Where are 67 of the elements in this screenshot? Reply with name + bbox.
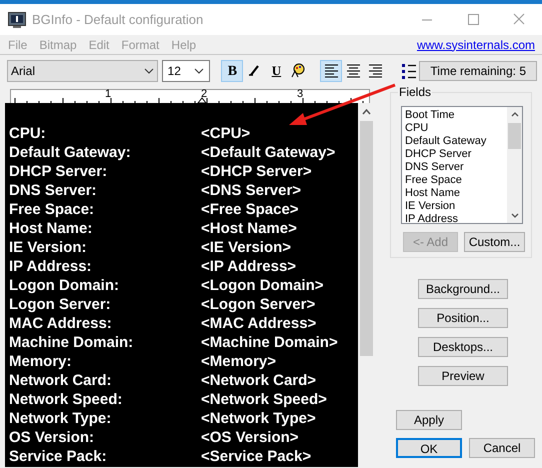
field-label: IE Version:: [9, 238, 88, 257]
field-label: DHCP Server:: [9, 162, 108, 181]
field-label: Free Space:: [9, 200, 96, 219]
field-placeholder: <IE Version>: [201, 238, 292, 257]
size-dropdown[interactable]: 12: [162, 60, 210, 82]
field-label: Host Name:: [9, 219, 94, 238]
website-link[interactable]: www.sysinternals.com: [416, 36, 535, 54]
preview-button[interactable]: Preview: [418, 366, 508, 386]
field-label: Logon Server:: [9, 295, 112, 314]
field-label: MAC Address:: [9, 314, 113, 333]
ruler-number: 2: [201, 88, 208, 100]
field-placeholder: <MAC Address>: [201, 314, 318, 333]
scroll-up-icon[interactable]: [362, 109, 371, 115]
field-placeholder: <Default Gateway>: [201, 143, 336, 162]
field-placeholder: <CPU>: [201, 124, 252, 143]
field-placeholder: <Logon Server>: [201, 295, 316, 314]
field-label: Memory:: [9, 352, 73, 371]
field-label: Logon Domain:: [9, 276, 120, 295]
apply-button[interactable]: Apply: [396, 410, 462, 430]
custom-button[interactable]: Custom...: [464, 232, 525, 252]
scroll-thumb[interactable]: [360, 121, 373, 356]
ruler-number: 1: [105, 88, 112, 100]
font-dropdown[interactable]: Arial: [7, 60, 158, 82]
align-right-icon: [366, 62, 384, 80]
field-placeholder: <Network Card>: [201, 371, 318, 390]
ruler-number: 3: [297, 88, 304, 100]
field-placeholder: <Free Space>: [201, 200, 300, 219]
field-placeholder: <OS Version>: [201, 428, 300, 447]
desktops-button[interactable]: Desktops...: [418, 337, 508, 357]
underline-button[interactable]: U: [265, 60, 288, 82]
field-placeholder: <Network Type>: [201, 409, 317, 428]
timer-button[interactable]: Time remaining: 5: [419, 61, 537, 81]
field-label: DNS Server:: [9, 181, 98, 200]
caret-icon: [144, 68, 154, 74]
field-label: Default Gateway:: [9, 143, 132, 162]
field-label: Service Pack:: [9, 447, 108, 466]
field-label: Network Card:: [9, 371, 113, 390]
align-center-icon: [344, 62, 362, 80]
bold-button[interactable]: B: [221, 60, 244, 82]
field-placeholder: <Host Name>: [201, 219, 298, 238]
align-left-icon: [322, 62, 340, 80]
field-placeholder: <IP Address>: [201, 257, 298, 276]
field-placeholder: <Logon Domain>: [201, 276, 325, 295]
field-placeholder: <DHCP Server>: [201, 162, 313, 181]
app-icon: [8, 12, 26, 28]
scrollbar[interactable]: [358, 103, 375, 467]
bullets-icon: [400, 62, 417, 80]
field-placeholder: <Network Speed>: [201, 390, 328, 409]
field-label: IP Address:: [9, 257, 93, 276]
field-label: CPU:: [9, 124, 47, 143]
field-placeholder: <DNS Server>: [201, 181, 302, 200]
ok-button[interactable]: OK: [396, 438, 462, 458]
field-label: OS Version:: [9, 428, 96, 447]
color-icon: [290, 62, 307, 80]
window-title: BGInfo - Default configuration: [32, 10, 204, 29]
field-label: Machine Domain:: [9, 333, 134, 352]
field-placeholder: <Service Pack>: [201, 447, 312, 466]
field-placeholder: <Memory>: [201, 352, 278, 371]
fields-label: Fields: [398, 85, 432, 99]
cancel-button[interactable]: Cancel: [469, 438, 535, 458]
field-label: Network Speed:: [9, 390, 124, 409]
field-placeholder: <Machine Domain>: [201, 333, 339, 352]
align-left-button[interactable]: [320, 60, 342, 82]
position-button[interactable]: Position...: [418, 308, 508, 328]
field-label: Network Type:: [9, 409, 112, 428]
caret-icon: [194, 68, 204, 74]
background-button[interactable]: Background...: [418, 279, 508, 299]
